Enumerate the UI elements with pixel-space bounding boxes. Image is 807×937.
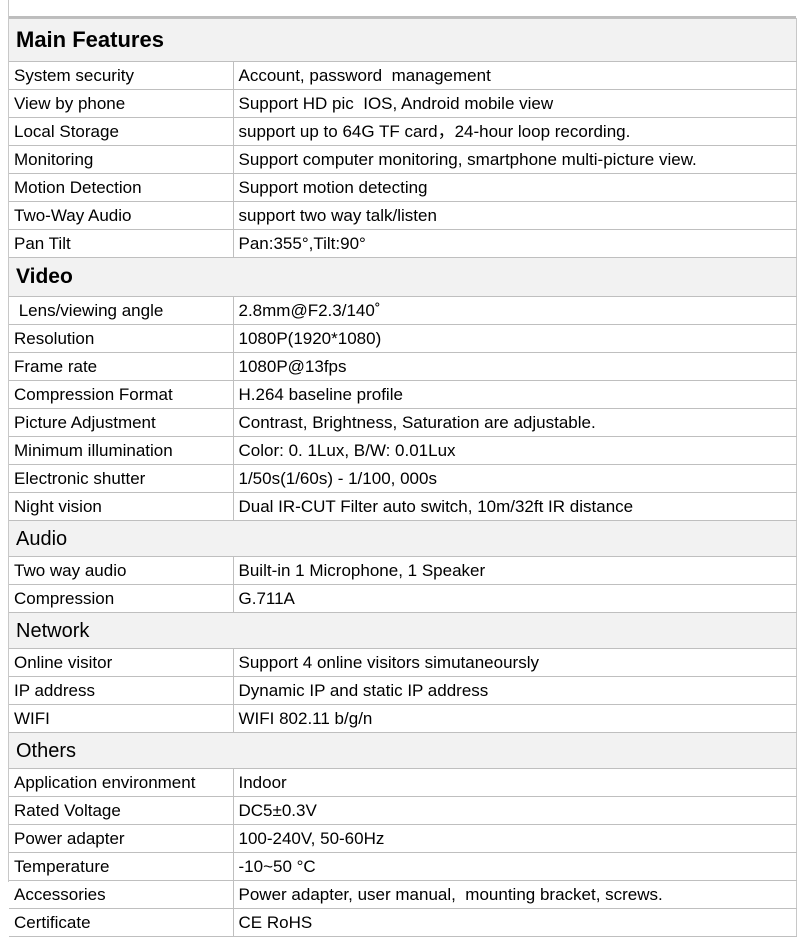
- spec-label: Frame rate: [9, 352, 234, 381]
- section-header-row: Network: [9, 612, 797, 649]
- row-header-gutter: [8, 0, 9, 882]
- spec-label: Application environment: [9, 768, 234, 797]
- spec-value: Support 4 online visitors simutaneoursly: [233, 648, 797, 677]
- spec-value: support up to 64G TF card，24-hour loop r…: [233, 117, 797, 146]
- spec-label: Motion Detection: [9, 173, 234, 202]
- table-row: Frame rate 1080P@13fps: [9, 352, 797, 381]
- table-row: Minimum illumination Color: 0. 1Lux, B/W:…: [9, 436, 797, 465]
- spec-value: Power adapter, user manual, mounting bra…: [233, 880, 797, 909]
- spec-value: 100-240V, 50-60Hz: [233, 824, 797, 853]
- spec-label: View by phone: [9, 89, 234, 118]
- section-heading: Network: [9, 612, 797, 649]
- spec-value: G.711A: [233, 584, 797, 613]
- table-row: Monitoring Support computer monitoring, s…: [9, 145, 797, 174]
- spec-label: Two-Way Audio: [9, 201, 234, 230]
- spec-value: Support computer monitoring, smartphone …: [233, 145, 797, 174]
- spec-label: Minimum illumination: [9, 436, 234, 465]
- section-heading: Video: [9, 257, 797, 297]
- spec-value: H.264 baseline profile: [233, 380, 797, 409]
- table-row: Resolution 1080P(1920*1080): [9, 324, 797, 353]
- specification-table-body: Main Features System security Account, pas…: [9, 18, 797, 937]
- table-row: Night vision Dual IR-CUT Filter auto swit…: [9, 492, 797, 521]
- spec-value: Support HD pic IOS, Android mobile view: [233, 89, 797, 118]
- section-heading: Others: [9, 732, 797, 769]
- table-row: Accessories Power adapter, user manual, m…: [9, 880, 797, 909]
- spec-label: IP address: [9, 676, 234, 705]
- table-row: Power adapter 100-240V, 50-60Hz: [9, 824, 797, 853]
- spec-label: Compression Format: [9, 380, 234, 409]
- table-row: Electronic shutter 1/50s(1/60s) - 1/100, …: [9, 464, 797, 493]
- table-row: Temperature -10~50 °C: [9, 852, 797, 881]
- spec-value: 1/50s(1/60s) - 1/100, 000s: [233, 464, 797, 493]
- section-heading: Audio: [9, 520, 797, 557]
- top-empty-row: [9, 0, 796, 18]
- section-heading: Main Features: [9, 18, 797, 62]
- spec-label: Resolution: [9, 324, 234, 353]
- spec-value: Color: 0. 1Lux, B/W: 0.01Lux: [233, 436, 797, 465]
- spec-label: Online visitor: [9, 648, 234, 677]
- spec-value: DC5±0.3V: [233, 796, 797, 825]
- spec-label: Pan Tilt: [9, 229, 234, 258]
- spec-value: Pan:355°,Tilt:90°: [233, 229, 797, 258]
- spec-label: Power adapter: [9, 824, 234, 853]
- spec-value: support two way talk/listen: [233, 201, 797, 230]
- table-row: View by phone Support HD pic IOS, Android…: [9, 89, 797, 118]
- table-row: Local Storage support up to 64G TF card，2…: [9, 117, 797, 146]
- spec-value: Support motion detecting: [233, 173, 797, 202]
- spec-value: Indoor: [233, 768, 797, 797]
- table-row: Lens/viewing angle 2.8mm@F2.3/140˚: [9, 296, 797, 325]
- table-row: WIFI WIFI 802.11 b/g/n: [9, 704, 797, 733]
- specification-sheet: Main Features System security Account, pas…: [0, 0, 807, 937]
- spec-value: 2.8mm@F2.3/140˚: [233, 296, 797, 325]
- spec-value: Account, password management: [233, 61, 797, 90]
- table-row: Pan Tilt Pan:355°,Tilt:90°: [9, 229, 797, 258]
- spec-label: System security: [9, 61, 234, 90]
- table-row: Two-Way Audio support two way talk/listen: [9, 201, 797, 230]
- spec-value: -10~50 °C: [233, 852, 797, 881]
- spec-label: Compression: [9, 584, 234, 613]
- spec-label: Picture Adjustment: [9, 408, 234, 437]
- spec-label: Night vision: [9, 492, 234, 521]
- spec-value: Dual IR-CUT Filter auto switch, 10m/32ft…: [233, 492, 797, 521]
- spec-value: Dynamic IP and static IP address: [233, 676, 797, 705]
- spec-label: Two way audio: [9, 556, 234, 585]
- table-row: Application environment Indoor: [9, 768, 797, 797]
- spec-value: CE RoHS: [233, 908, 797, 937]
- spec-label: Monitoring: [9, 145, 234, 174]
- spec-label: Rated Voltage: [9, 796, 234, 825]
- table-row: Compression Format H.264 baseline profile: [9, 380, 797, 409]
- table-row: Certificate CE RoHS: [9, 908, 797, 937]
- spec-label: Lens/viewing angle: [9, 296, 234, 325]
- table-row: Compression G.711A: [9, 584, 797, 613]
- spec-value: 1080P@13fps: [233, 352, 797, 381]
- table-row: System security Account, password managem…: [9, 61, 797, 90]
- spec-label: Local Storage: [9, 117, 234, 146]
- section-header-row: Others: [9, 732, 797, 769]
- spec-label: Temperature: [9, 852, 234, 881]
- spec-label: Electronic shutter: [9, 464, 234, 493]
- table-row: Online visitor Support 4 online visitors …: [9, 648, 797, 677]
- table-row: Picture Adjustment Contrast, Brightness, …: [9, 408, 797, 437]
- spec-label: Certificate: [9, 908, 234, 937]
- section-header-row: Video: [9, 257, 797, 297]
- table-row: IP address Dynamic IP and static IP addre…: [9, 676, 797, 705]
- spec-value: 1080P(1920*1080): [233, 324, 797, 353]
- table-row: Motion Detection Support motion detecting: [9, 173, 797, 202]
- table-row: Two way audio Built-in 1 Microphone, 1 Sp…: [9, 556, 797, 585]
- specification-table: Main Features System security Account, pas…: [9, 18, 797, 937]
- section-header-row: Main Features: [9, 18, 797, 62]
- spec-value: Contrast, Brightness, Saturation are adj…: [233, 408, 797, 437]
- spec-label: WIFI: [9, 704, 234, 733]
- section-header-row: Audio: [9, 520, 797, 557]
- spec-value: Built-in 1 Microphone, 1 Speaker: [233, 556, 797, 585]
- spec-label: Accessories: [9, 880, 234, 909]
- spec-value: WIFI 802.11 b/g/n: [233, 704, 797, 733]
- table-row: Rated Voltage DC5±0.3V: [9, 796, 797, 825]
